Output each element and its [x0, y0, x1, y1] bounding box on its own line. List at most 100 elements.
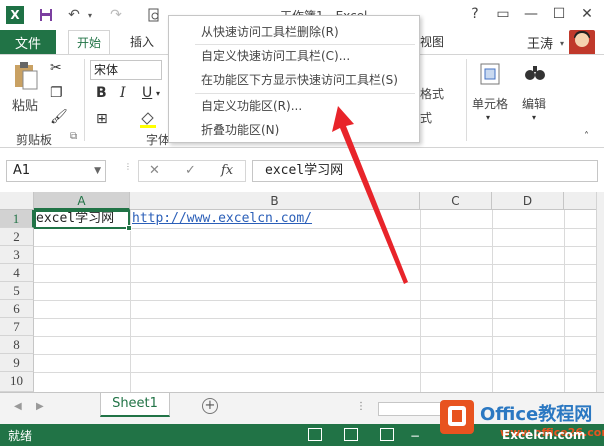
format-as-table-button[interactable]: 格式 — [420, 85, 444, 102]
row-header[interactable]: 7 — [0, 318, 34, 336]
row-header[interactable]: 9 — [0, 354, 34, 372]
print-preview-icon[interactable] — [144, 5, 164, 25]
sheet-tab-sheet1[interactable]: Sheet1 — [100, 393, 170, 417]
paste-icon[interactable] — [12, 61, 40, 95]
minimize-icon[interactable]: — — [520, 4, 542, 24]
column-header-c[interactable]: C — [420, 192, 492, 210]
row-header[interactable]: 4 — [0, 264, 34, 282]
vertical-scrollbar[interactable] — [596, 192, 604, 392]
grid-line — [34, 336, 596, 337]
editing-dropdown-icon[interactable]: ▾ — [532, 113, 536, 122]
menu-item-remove-from-qat[interactable]: 从快速访问工具栏删除(R) — [201, 22, 339, 42]
save-icon[interactable] — [36, 5, 56, 25]
italic-button[interactable]: I — [120, 85, 126, 101]
worksheet-grid[interactable]: A B C D 1 2 3 4 5 6 7 8 9 10 excel学习网 ht… — [0, 192, 596, 392]
fill-handle[interactable] — [126, 225, 132, 231]
collapse-ribbon-icon[interactable]: ˄ — [584, 131, 589, 142]
watermark-title: Office教程网 — [480, 404, 593, 425]
tab-view[interactable]: 视图 — [420, 30, 444, 54]
row-header[interactable]: 5 — [0, 282, 34, 300]
underline-button[interactable]: U — [142, 85, 152, 101]
grid-line — [34, 354, 596, 355]
tab-split-icon[interactable]: ⋮ — [356, 401, 366, 412]
redo-icon[interactable]: ↷ — [106, 5, 126, 25]
row-header[interactable]: 2 — [0, 228, 34, 246]
excel-logo-icon: X — [6, 6, 24, 24]
zoom-out-icon[interactable]: − — [410, 429, 420, 443]
grid-line — [34, 264, 596, 265]
clipboard-launcher-icon[interactable]: ⧉ — [70, 131, 77, 142]
tab-insert[interactable]: 插入 — [130, 30, 154, 54]
menu-item-customize-ribbon[interactable]: 自定义功能区(R)... — [201, 96, 302, 116]
cancel-icon[interactable]: ✕ — [149, 163, 160, 178]
normal-view-icon[interactable] — [308, 428, 322, 441]
row-header[interactable]: 8 — [0, 336, 34, 354]
clipboard-group-label: 剪贴板 — [16, 133, 53, 147]
cell-b1-hyperlink[interactable]: http://www.excelcn.com/ — [132, 210, 312, 228]
grid-line — [130, 210, 131, 392]
row-header[interactable]: 3 — [0, 246, 34, 264]
grid-line — [492, 210, 493, 392]
find-icon[interactable] — [524, 63, 546, 87]
tab-home[interactable]: 开始 — [68, 30, 111, 54]
column-header-b[interactable]: B — [130, 192, 420, 210]
ribbon-context-menu: 从快速访问工具栏删除(R) 自定义快速访问工具栏(C)... 在功能区下方显示快… — [168, 15, 420, 143]
border-icon[interactable]: ⊞ — [96, 111, 108, 127]
column-header-e[interactable] — [564, 192, 596, 210]
formula-bar-grip-icon: ⋮ — [124, 162, 132, 171]
page-layout-icon[interactable] — [344, 428, 358, 441]
formula-buttons: ✕ ✓ fx — [138, 160, 246, 182]
office-logo-icon — [440, 400, 474, 434]
help-icon[interactable]: ? — [464, 4, 486, 24]
menu-item-customize-qat[interactable]: 自定义快速访问工具栏(C)... — [201, 46, 350, 66]
editing-button[interactable]: 编辑 — [522, 95, 546, 112]
page-break-icon[interactable] — [380, 428, 394, 441]
cells-button[interactable]: 单元格 — [472, 95, 508, 112]
grid-line — [564, 210, 565, 392]
user-name[interactable]: 王涛 — [527, 33, 553, 52]
grid-line — [420, 210, 421, 392]
chevron-down-icon[interactable]: ▼ — [94, 161, 101, 181]
font-name-input[interactable]: 宋体 — [90, 60, 162, 80]
fill-color-icon[interactable] — [138, 109, 158, 133]
cell-styles-button[interactable]: 式 — [420, 109, 432, 126]
next-sheet-icon[interactable]: ▶ — [36, 401, 44, 412]
horizontal-scrollbar[interactable] — [378, 402, 448, 416]
bold-button[interactable]: B — [96, 85, 107, 101]
ribbon-display-icon[interactable]: ▭ — [492, 4, 514, 24]
prev-sheet-icon[interactable]: ◀ — [14, 401, 22, 412]
font-group-label: 字体 — [146, 133, 171, 147]
column-header-d[interactable]: D — [492, 192, 564, 210]
grid-line — [34, 282, 596, 283]
undo-dropdown-icon[interactable]: ▾ — [80, 5, 100, 25]
tab-file[interactable]: 文件 — [0, 30, 56, 54]
row-header[interactable]: 10 — [0, 372, 34, 392]
avatar[interactable] — [569, 30, 595, 56]
maximize-icon[interactable]: ☐ — [548, 4, 570, 24]
underline-dropdown-icon[interactable]: ▾ — [156, 89, 160, 98]
insert-function-icon[interactable]: fx — [221, 163, 233, 178]
paste-button[interactable]: 粘贴 — [12, 95, 38, 114]
grid-line — [34, 246, 596, 247]
close-icon[interactable]: ✕ — [576, 4, 598, 24]
row-header[interactable]: 1 — [0, 210, 34, 228]
select-all-corner[interactable] — [0, 192, 34, 210]
name-box[interactable]: A1 ▼ — [6, 160, 106, 182]
menu-item-show-qat-below[interactable]: 在功能区下方显示快速访问工具栏(S) — [201, 70, 398, 90]
column-header-a[interactable]: A — [34, 192, 130, 210]
format-painter-icon[interactable]: 🖌 — [50, 109, 68, 125]
enter-icon[interactable]: ✓ — [185, 163, 196, 178]
formula-input[interactable]: excel学习网 — [252, 160, 598, 182]
menu-item-collapse-ribbon[interactable]: 折叠功能区(N) — [201, 120, 279, 140]
cells-icon[interactable] — [480, 63, 500, 89]
menu-separator — [195, 44, 415, 45]
grid-line — [34, 300, 596, 301]
grid-line — [34, 372, 596, 373]
cut-icon[interactable]: ✂ — [50, 60, 62, 76]
row-header[interactable]: 6 — [0, 300, 34, 318]
cells-dropdown-icon[interactable]: ▾ — [486, 113, 490, 122]
group-divider — [466, 59, 467, 141]
group-divider — [84, 59, 85, 141]
add-sheet-button[interactable]: + — [202, 398, 218, 414]
copy-icon[interactable]: ❐ — [50, 85, 63, 101]
